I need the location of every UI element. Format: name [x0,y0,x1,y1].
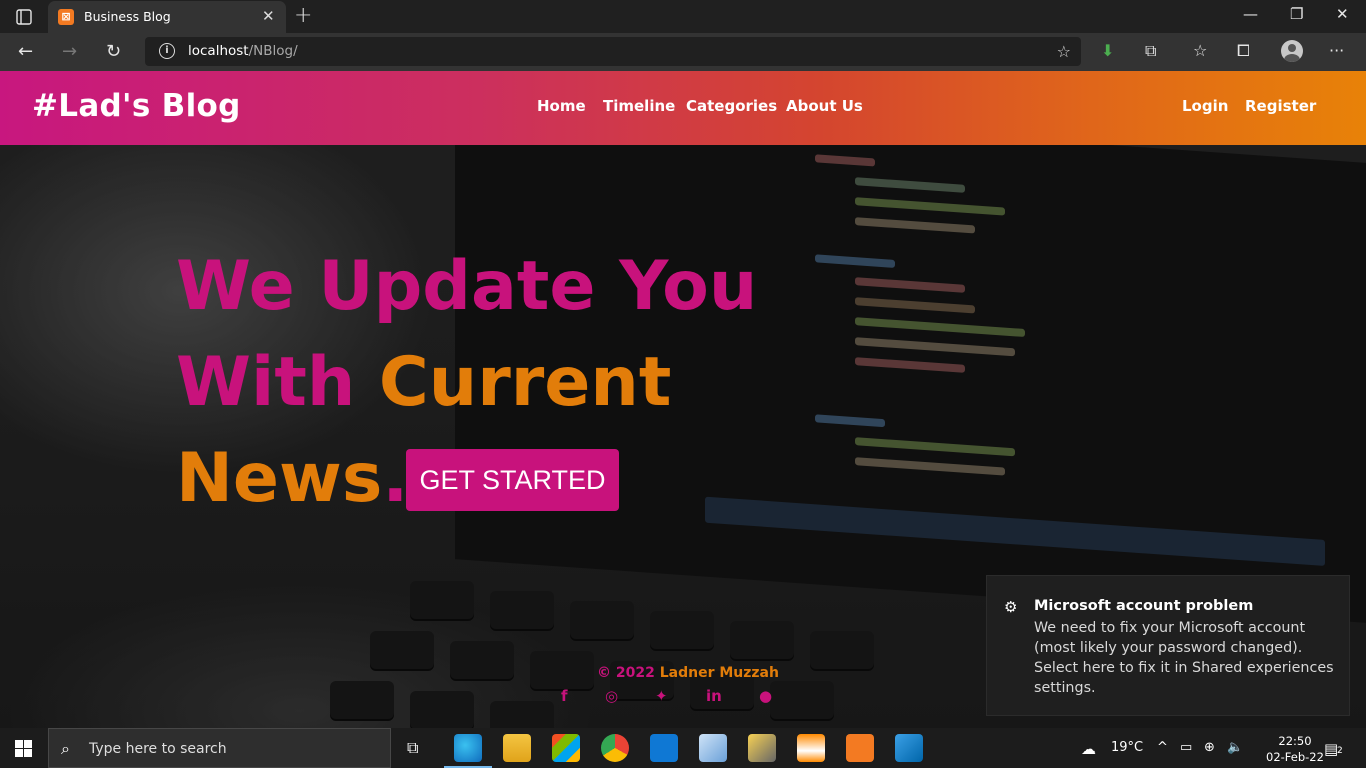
forward-icon[interactable]: → [62,41,77,62]
address-bar-row: ← → ↻ i localhost/NBlog/ ☆ ⬇ ⧉ ☆ ⧠ ··· [0,33,1366,71]
tab-actions-icon[interactable] [8,6,40,28]
register-link[interactable]: Register [1245,97,1316,115]
back-icon[interactable]: ← [18,41,33,62]
file-explorer-icon[interactable] [503,734,531,762]
windows-start-icon[interactable] [15,740,32,757]
get-started-button[interactable]: GET STARTED [406,449,619,511]
close-icon[interactable]: ✕ [262,7,275,25]
vlc-icon[interactable] [797,734,825,762]
show-hidden-icons-icon[interactable]: ^ [1157,740,1168,755]
more-icon[interactable]: ··· [1329,41,1344,60]
microsoft-store-icon[interactable] [552,734,580,762]
virtualbox-icon[interactable] [699,734,727,762]
maximize-icon[interactable]: ❐ [1290,5,1303,23]
nav-home[interactable]: Home [537,97,586,115]
task-view-icon[interactable]: ⧉ [407,738,418,758]
chrome-icon[interactable] [601,734,629,762]
xampp-favicon-icon: ⊠ [58,9,74,25]
pinterest-icon[interactable]: ● [759,687,772,705]
url-text: localhost/NBlog/ [188,43,298,59]
tab-title: Business Blog [84,9,171,24]
tools-icon[interactable] [748,734,776,762]
notification-body: We need to fix your Microsoft account (m… [1034,620,1334,696]
vscode-icon[interactable] [895,734,923,762]
mail-icon[interactable] [650,734,678,762]
language-globe-icon[interactable]: ⊕ [1204,740,1215,755]
add-favorite-icon[interactable]: ☆ [1057,42,1071,61]
gear-icon: ⚙ [1004,598,1018,616]
refresh-icon[interactable]: ↻ [106,41,121,62]
notification-toast[interactable]: ⚙ Microsoft account problem We need to f… [986,575,1350,716]
new-tab-icon[interactable]: + [294,3,312,28]
minimize-icon[interactable]: — [1243,5,1258,23]
notification-title: Microsoft account problem [1034,598,1254,614]
taskbar-clock[interactable]: 22:50 02-Feb-22 [1266,733,1324,765]
network-icon[interactable]: ▭ [1180,740,1192,755]
favorites-icon[interactable]: ☆ [1193,41,1207,60]
taskbar-search-box[interactable]: ⌕ Type here to search [48,728,391,768]
xampp-icon[interactable] [846,734,874,762]
collections-icon[interactable]: ⧠ [1237,41,1250,61]
nav-about-us[interactable]: About Us [786,97,863,115]
facebook-icon[interactable]: f [561,687,568,705]
nav-categories[interactable]: Categories [686,97,777,115]
twitter-icon[interactable]: ✦ [655,687,668,705]
footer-copyright: © 2022 Ladner Muzzah [597,665,779,681]
browser-tab-bar: ⊠ Business Blog ✕ + — ❐ ✕ [0,0,1366,33]
notification-count: 2 [1337,746,1343,756]
instagram-icon[interactable]: ◎ [605,687,618,705]
nav-timeline[interactable]: Timeline [603,97,675,115]
weather-cloud-icon[interactable]: ☁ [1081,740,1096,758]
profile-icon[interactable] [1281,40,1303,62]
download-icon[interactable]: ⬇ [1101,41,1114,60]
extensions-icon[interactable]: ⧉ [1145,41,1156,61]
address-input[interactable]: i localhost/NBlog/ ☆ [145,37,1081,66]
site-logo[interactable]: #Lad's Blog [32,88,241,124]
search-icon: ⌕ [61,739,70,758]
window-close-icon[interactable]: ✕ [1336,5,1349,23]
login-link[interactable]: Login [1182,97,1228,115]
search-placeholder: Type here to search [89,741,227,757]
weather-temp[interactable]: 19°C [1111,740,1143,755]
site-header: #Lad's Blog Home Timeline Categories Abo… [0,71,1366,145]
volume-icon[interactable]: 🔈 [1227,740,1243,755]
info-icon[interactable]: i [159,43,175,59]
active-tab[interactable]: ⊠ Business Blog ✕ [48,1,286,33]
taskbar: ⌕ Type here to search ⧉ ☁ 19°C ^ ▭ ⊕ 🔈 2… [0,728,1366,768]
edge-browser-icon[interactable] [444,734,492,768]
linkedin-icon[interactable]: in [706,687,722,705]
